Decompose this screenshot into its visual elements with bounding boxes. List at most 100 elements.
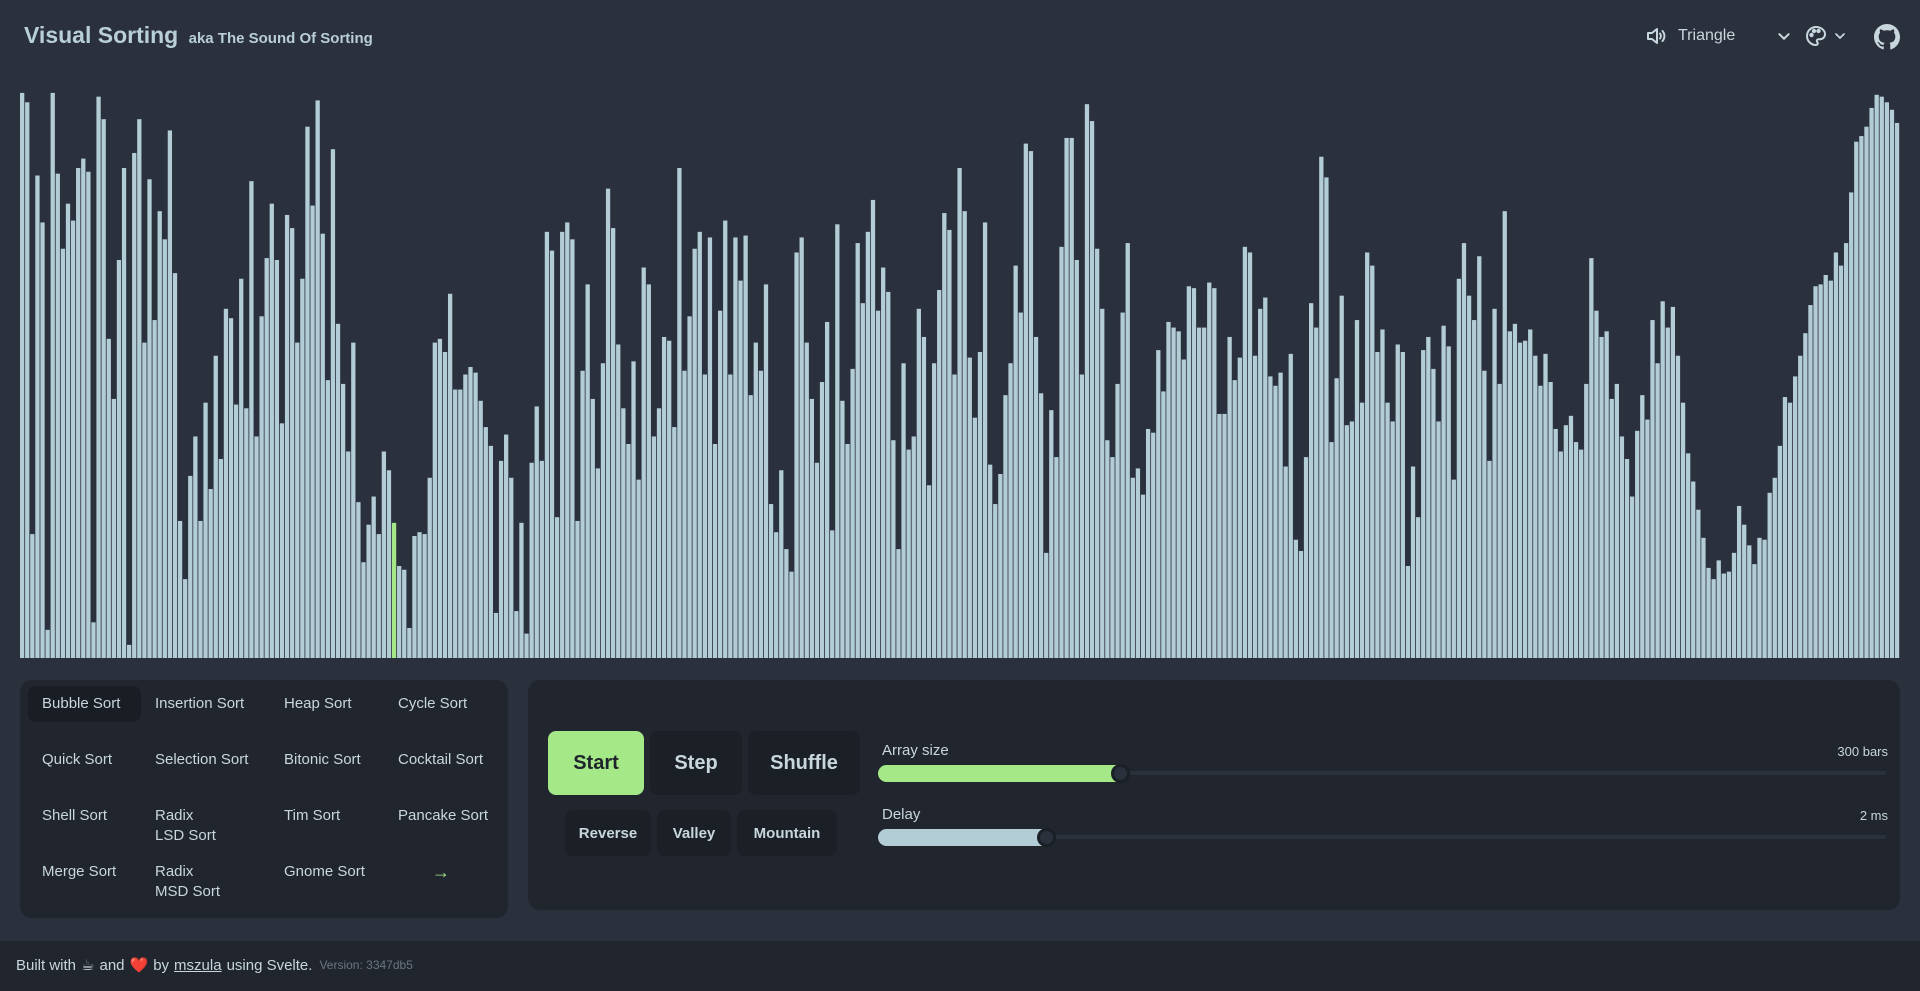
array-bar xyxy=(1482,370,1487,658)
algorithm-merge-sort[interactable]: Merge Sort xyxy=(28,854,141,890)
array-bar xyxy=(1721,573,1726,658)
array-bar xyxy=(886,291,891,658)
algorithm-bubble-sort[interactable]: Bubble Sort xyxy=(28,686,141,722)
coffee-icon: ☕ xyxy=(81,957,95,974)
sound-type-select[interactable]: Triangle xyxy=(1644,24,1795,48)
algorithm-bitonic-sort[interactable]: Bitonic Sort xyxy=(270,742,384,778)
delay-handle[interactable] xyxy=(1037,828,1057,847)
array-bar xyxy=(1517,342,1523,658)
footer-by: by xyxy=(153,956,170,974)
array-bar xyxy=(957,167,962,658)
array-bar xyxy=(60,248,66,658)
algorithm-radix-lsd-sort[interactable]: Radix LSD Sort xyxy=(141,798,270,844)
array-bar xyxy=(1782,397,1788,658)
algorithm-insertion-sort[interactable]: Insertion Sort xyxy=(141,686,270,722)
github-icon xyxy=(1874,24,1900,50)
array-bar xyxy=(1069,137,1074,658)
array-bar xyxy=(1854,141,1859,658)
algorithm-cocktail-sort[interactable]: Cocktail Sort xyxy=(384,742,498,778)
sound-type-label: Triangle xyxy=(1678,27,1736,44)
array-bar xyxy=(1894,122,1900,658)
array-bar xyxy=(1232,380,1237,658)
array-size-handle[interactable] xyxy=(1110,764,1130,783)
array-bar xyxy=(529,462,534,658)
array-bar xyxy=(427,477,432,658)
array-bar xyxy=(1466,295,1472,658)
array-bar xyxy=(1217,413,1222,658)
array-bar xyxy=(1400,351,1405,658)
array-bar xyxy=(1258,308,1263,658)
array-bar xyxy=(1186,286,1192,658)
array-bar xyxy=(672,427,677,658)
reverse-button[interactable]: Reverse xyxy=(565,810,651,856)
start-button[interactable]: Start xyxy=(548,731,644,795)
algorithm-quick-sort[interactable]: Quick Sort xyxy=(28,742,141,778)
array-bar xyxy=(605,188,611,658)
array-bar xyxy=(381,451,387,658)
delay-fill xyxy=(878,829,1053,846)
array-bar xyxy=(1548,382,1553,658)
array-bar xyxy=(198,520,203,658)
array-bar xyxy=(1339,295,1344,658)
array-bar xyxy=(1793,376,1798,658)
algorithm-next-arrow[interactable]: → xyxy=(384,854,498,890)
algorithm-radix-msd-sort[interactable]: Radix MSD Sort xyxy=(141,854,270,900)
array-bar xyxy=(1680,402,1686,658)
array-bar xyxy=(1701,537,1706,658)
array-bar xyxy=(1084,104,1090,658)
array-bar xyxy=(35,175,40,658)
algorithm-gnome-sort[interactable]: Gnome Sort xyxy=(270,854,384,890)
footer: Built with ☕ and ❤️ by mszula using Svel… xyxy=(0,941,1920,991)
chevron-down-icon xyxy=(1778,33,1790,40)
array-bar xyxy=(213,355,218,658)
algorithm-shell-sort[interactable]: Shell Sort xyxy=(28,798,141,834)
array-bar xyxy=(1533,355,1538,658)
array-bar xyxy=(1573,442,1579,658)
author-link[interactable]: mszula xyxy=(174,957,222,974)
array-bar xyxy=(1691,481,1696,658)
step-button[interactable]: Step xyxy=(650,731,742,795)
array-bar xyxy=(962,211,967,658)
array-bar xyxy=(1640,395,1645,658)
array-bar xyxy=(982,222,988,658)
array-bar xyxy=(1813,286,1818,658)
algorithm-pancake-sort[interactable]: Pancake Sort xyxy=(384,798,498,834)
array-bar xyxy=(1130,477,1135,658)
algorithm-cycle-sort[interactable]: Cycle Sort xyxy=(384,686,498,722)
app-subtitle: aka The Sound Of Sorting xyxy=(188,30,373,47)
array-bar xyxy=(1609,398,1614,658)
array-bar xyxy=(1838,265,1844,658)
array-bar xyxy=(692,248,697,658)
array-bar xyxy=(244,408,249,658)
array-bar xyxy=(463,374,468,658)
array-bar xyxy=(340,383,346,658)
array-bar xyxy=(1431,368,1436,658)
array-bar xyxy=(1013,265,1018,658)
shuffle-button[interactable]: Shuffle xyxy=(748,731,860,795)
array-bar xyxy=(1385,402,1390,658)
array-bar xyxy=(998,474,1003,658)
array-bar xyxy=(1237,357,1242,658)
array-bar xyxy=(1380,329,1385,658)
array-bar xyxy=(860,303,865,658)
theme-select[interactable] xyxy=(1804,24,1848,48)
mountain-button[interactable]: Mountain xyxy=(737,810,837,856)
array-bar xyxy=(514,611,519,658)
algorithm-selection-sort[interactable]: Selection Sort xyxy=(141,742,270,778)
algorithm-heap-sort[interactable]: Heap Sort xyxy=(270,686,384,722)
array-bar xyxy=(565,222,570,658)
array-bar xyxy=(855,243,860,658)
footer-and: and xyxy=(99,956,125,974)
valley-button[interactable]: Valley xyxy=(657,810,731,856)
app-title: Visual Sorting aka The Sound Of Sorting xyxy=(24,22,373,49)
github-link[interactable] xyxy=(1874,24,1900,55)
array-bar xyxy=(1365,252,1370,658)
array-bar xyxy=(1522,340,1528,658)
algorithm-tim-sort[interactable]: Tim Sort xyxy=(270,798,384,834)
array-bar xyxy=(723,220,728,658)
array-bar xyxy=(132,152,137,658)
array-bar xyxy=(1558,451,1563,658)
array-bar xyxy=(498,460,504,658)
array-bar xyxy=(993,504,998,658)
array-bar xyxy=(1441,325,1446,658)
